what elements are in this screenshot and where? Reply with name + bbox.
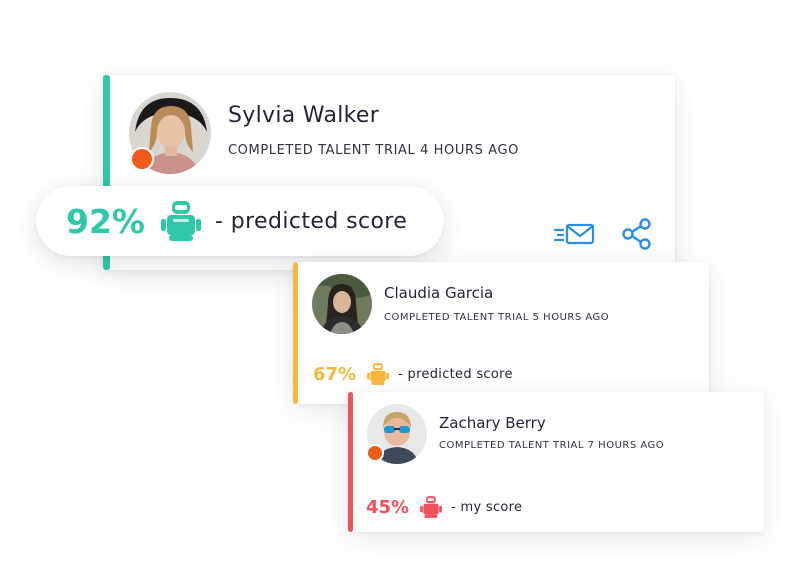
score-value: 92% bbox=[66, 201, 145, 241]
accent-bar bbox=[293, 262, 298, 404]
candidate-status: COMPLETED TALENT TRIAL 4 HOURS AGO bbox=[228, 143, 519, 158]
avatar bbox=[312, 274, 372, 334]
score-row: 45% - my score bbox=[366, 496, 522, 518]
score-label: - predicted score bbox=[215, 208, 408, 234]
accent-bar bbox=[348, 392, 353, 532]
status-dot bbox=[130, 147, 154, 171]
predicted-score-pill: 92% - predicted score bbox=[36, 186, 444, 256]
candidate-card-claudia[interactable]: Claudia Garcia COMPLETED TALENT TRIAL 5 … bbox=[293, 262, 709, 404]
score-row: 67% - predicted score bbox=[313, 363, 513, 385]
candidate-name: Claudia Garcia bbox=[384, 284, 494, 302]
candidate-status: COMPLETED TALENT TRIAL 5 HOURS AGO bbox=[384, 312, 610, 323]
score-label: - my score bbox=[451, 499, 523, 515]
candidate-name: Zachary Berry bbox=[439, 414, 546, 432]
email-icon[interactable] bbox=[553, 222, 595, 246]
card-actions bbox=[553, 218, 653, 250]
robot-icon bbox=[159, 201, 203, 241]
share-icon[interactable] bbox=[621, 218, 653, 250]
candidate-card-zachary[interactable]: Zachary Berry COMPLETED TALENT TRIAL 7 H… bbox=[348, 392, 764, 532]
score-value: 45% bbox=[366, 496, 410, 518]
robot-icon bbox=[419, 496, 443, 518]
status-dot bbox=[366, 444, 384, 462]
score-value: 67% bbox=[313, 363, 357, 385]
score-label: - predicted score bbox=[398, 366, 513, 382]
robot-icon bbox=[366, 363, 390, 385]
candidate-name: Sylvia Walker bbox=[228, 103, 380, 128]
candidate-status: COMPLETED TALENT TRIAL 7 HOURS AGO bbox=[439, 440, 665, 451]
